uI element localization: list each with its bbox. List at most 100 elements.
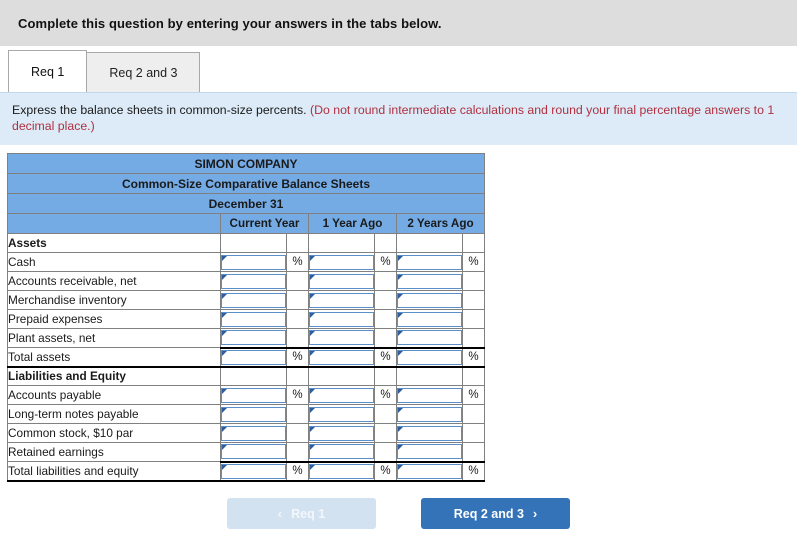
empty-cell	[286, 328, 309, 348]
tab-bar: Req 1 Req 2 and 3	[0, 46, 797, 92]
empty-cell	[374, 442, 397, 462]
answer-cell	[396, 385, 463, 405]
percent-input-8-1[interactable]	[309, 387, 374, 403]
percent-input-4-1[interactable]	[309, 311, 374, 327]
row-label: Accounts payable	[7, 385, 221, 405]
percent-input-9-1[interactable]	[309, 406, 374, 422]
percent-input-1-2[interactable]	[397, 254, 462, 270]
statement-date-cell: December 31	[7, 193, 485, 214]
answer-cell	[220, 271, 287, 291]
empty-cell	[462, 423, 485, 443]
percent-input-6-1[interactable]	[309, 349, 374, 365]
percent-input-6-2[interactable]	[397, 349, 462, 365]
empty-cell	[462, 271, 485, 291]
table-title-row-1: SIMON COMPANY	[7, 153, 485, 174]
empty-cell	[462, 404, 485, 424]
percent-input-12-0[interactable]	[221, 463, 286, 479]
table-row: Assets	[7, 233, 485, 253]
percent-symbol: %	[286, 460, 309, 482]
percent-input-11-0[interactable]	[221, 444, 286, 460]
column-header-1-year-ago: 1 Year Ago	[308, 213, 397, 234]
percent-input-5-2[interactable]	[397, 330, 462, 346]
empty-cell	[220, 233, 287, 253]
empty-cell	[462, 233, 485, 253]
answer-cell	[396, 328, 463, 348]
empty-cell	[462, 442, 485, 462]
row-label: Total assets	[7, 347, 221, 368]
percent-input-3-0[interactable]	[221, 292, 286, 308]
tab-req-1[interactable]: Req 1	[8, 50, 88, 92]
common-size-balance-sheet-table: SIMON COMPANY Common-Size Comparative Ba…	[7, 153, 485, 482]
answer-cell	[220, 346, 287, 368]
row-label: Accounts receivable, net	[7, 271, 221, 291]
tab-req-2-and-3[interactable]: Req 2 and 3	[86, 52, 201, 92]
table-row: Plant assets, net	[7, 328, 485, 348]
percent-input-6-0[interactable]	[221, 349, 286, 365]
percent-input-3-1[interactable]	[309, 292, 374, 308]
row-label: Common stock, $10 par	[7, 423, 221, 443]
table-row: Accounts receivable, net	[7, 271, 485, 291]
answer-cell	[220, 252, 287, 272]
answer-cell	[308, 252, 375, 272]
percent-input-1-1[interactable]	[309, 254, 374, 270]
percent-symbol: %	[286, 252, 309, 272]
percent-input-11-2[interactable]	[397, 444, 462, 460]
empty-cell	[286, 290, 309, 310]
empty-cell	[396, 233, 463, 253]
percent-input-10-0[interactable]	[221, 425, 286, 441]
percent-input-8-0[interactable]	[221, 387, 286, 403]
column-header-current-year: Current Year	[220, 213, 309, 234]
percent-symbol: %	[374, 385, 397, 405]
percent-input-4-2[interactable]	[397, 311, 462, 327]
answer-cell	[396, 252, 463, 272]
answer-cell	[396, 442, 463, 462]
empty-cell	[374, 423, 397, 443]
answer-cell	[308, 404, 375, 424]
answer-cell	[308, 460, 375, 482]
navigation-button-row: ‹ Req 1 Req 2 and 3 ›	[0, 498, 797, 529]
next-req-2-and-3-button[interactable]: Req 2 and 3 ›	[421, 498, 570, 529]
percent-input-4-0[interactable]	[221, 311, 286, 327]
percent-symbol: %	[462, 346, 485, 368]
percent-symbol: %	[462, 252, 485, 272]
percent-input-10-1[interactable]	[309, 425, 374, 441]
prev-req-1-button[interactable]: ‹ Req 1	[227, 498, 376, 529]
row-label: Liabilities and Equity	[7, 366, 221, 386]
percent-symbol: %	[286, 346, 309, 368]
answer-cell	[308, 346, 375, 368]
empty-cell	[374, 271, 397, 291]
answer-cell	[308, 442, 375, 462]
percent-input-12-1[interactable]	[309, 463, 374, 479]
table-row: Prepaid expenses	[7, 309, 485, 329]
answer-cell	[220, 442, 287, 462]
empty-cell	[374, 309, 397, 329]
percent-input-1-0[interactable]	[221, 254, 286, 270]
row-label: Retained earnings	[7, 442, 221, 462]
prev-button-label: Req 1	[291, 506, 326, 521]
answer-cell	[220, 423, 287, 443]
percent-input-5-0[interactable]	[221, 330, 286, 346]
percent-symbol: %	[374, 346, 397, 368]
table-row: Accounts payable%%%	[7, 385, 485, 405]
percent-input-2-2[interactable]	[397, 273, 462, 289]
percent-input-9-0[interactable]	[221, 406, 286, 422]
row-label: Total liabilities and equity	[7, 461, 221, 482]
percent-input-2-1[interactable]	[309, 273, 374, 289]
answer-cell	[308, 290, 375, 310]
percent-input-2-0[interactable]	[221, 273, 286, 289]
row-label: Long-term notes payable	[7, 404, 221, 424]
table-body: SIMON COMPANY Common-Size Comparative Ba…	[7, 153, 485, 482]
percent-symbol: %	[286, 385, 309, 405]
percent-input-9-2[interactable]	[397, 406, 462, 422]
percent-input-8-2[interactable]	[397, 387, 462, 403]
percent-input-11-1[interactable]	[309, 444, 374, 460]
percent-input-3-2[interactable]	[397, 292, 462, 308]
answer-cell	[308, 309, 375, 329]
percent-input-5-1[interactable]	[309, 330, 374, 346]
answer-cell	[220, 460, 287, 482]
percent-symbol: %	[462, 460, 485, 482]
percent-input-12-2[interactable]	[397, 463, 462, 479]
percent-input-10-2[interactable]	[397, 425, 462, 441]
answer-cell	[396, 423, 463, 443]
table-column-header-row: Current Year 1 Year Ago 2 Years Ago	[7, 213, 485, 234]
